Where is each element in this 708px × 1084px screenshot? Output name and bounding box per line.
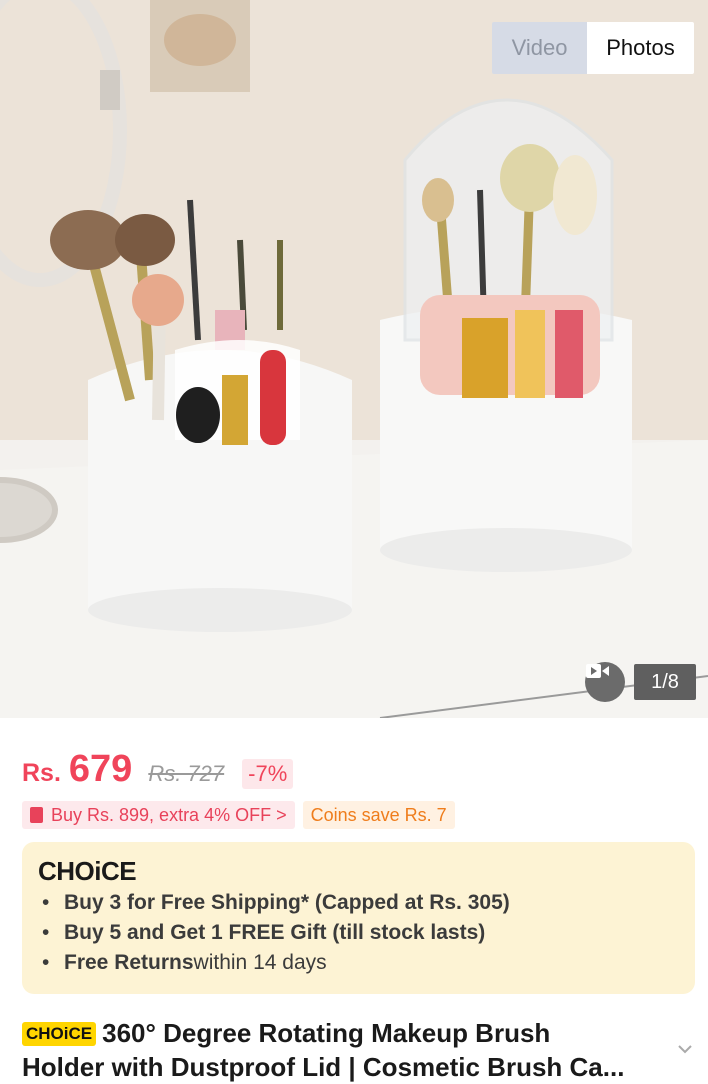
currency-label: Rs. <box>22 759 61 787</box>
current-price: 679 <box>68 748 133 790</box>
product-photo-illustration <box>0 0 708 718</box>
choice-logo: CHOiCE <box>38 856 137 886</box>
choice-badge: CHOiCE <box>22 1022 97 1046</box>
media-type-toggle: Video Photos <box>492 22 694 74</box>
play-video-button[interactable] <box>585 662 625 702</box>
discount-badge: -7% <box>242 759 294 789</box>
product-title[interactable]: CHOiCE 360° Degree Rotating Makeup Brush … <box>22 1016 672 1084</box>
list-item: • Buy 5 and Get 1 FREE Gift (till stock l… <box>42 921 486 944</box>
title-line-2: Holder with Dustproof Lid | Cosmetic Bru… <box>22 1052 625 1082</box>
voucher-label: Buy Rs. 899, extra 4% OFF > <box>51 804 287 825</box>
title-line-1: 360° Degree Rotating Makeup Brush <box>102 1018 551 1048</box>
choice-benefits-list: • Buy 3 for Free Shipping* (Capped at Rs.… <box>42 888 510 978</box>
voucher-promo[interactable]: Buy Rs. 899, extra 4% OFF > <box>22 801 295 829</box>
choice-benefits-box[interactable]: CHOiCE • Buy 3 for Free Shipping* (Capped… <box>22 842 695 994</box>
product-image[interactable]: Video Photos 1/8 <box>0 0 708 718</box>
tab-photos[interactable]: Photos <box>587 22 694 74</box>
image-counter: 1/8 <box>634 664 696 700</box>
promo-row: Buy Rs. 899, extra 4% OFF > Coins save R… <box>22 801 455 829</box>
coins-promo[interactable]: Coins save Rs. 7 <box>302 801 455 829</box>
voucher-icon <box>30 807 43 823</box>
video-camera-icon <box>586 664 609 678</box>
list-item: • Buy 3 for Free Shipping* (Capped at Rs.… <box>42 891 510 914</box>
price-row: Rs. 679 Rs. 727 -7% <box>22 748 294 792</box>
list-item: • Free Returns within 14 days <box>42 951 327 974</box>
chevron-down-icon[interactable] <box>676 1040 694 1058</box>
original-price: Rs. 727 <box>148 761 225 786</box>
tab-video[interactable]: Video <box>492 22 587 74</box>
